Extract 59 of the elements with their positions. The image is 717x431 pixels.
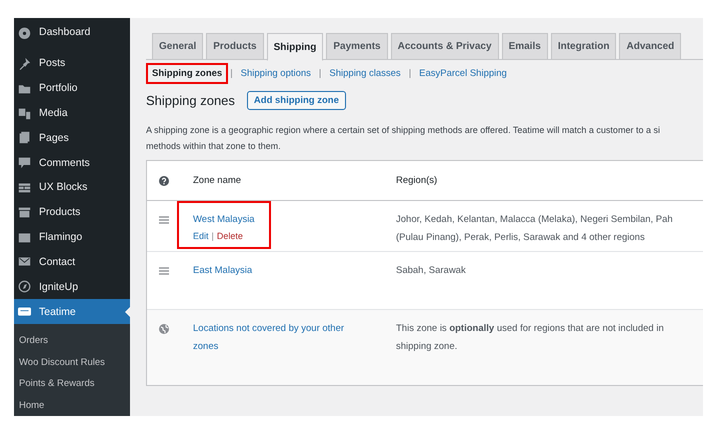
separator: | [318,68,322,78]
column-header: Region(s) [396,175,438,186]
sidebar-item[interactable]: Pages [14,125,130,150]
page-heading: Shipping zones [146,93,235,108]
separator: | [212,231,214,241]
tab[interactable]: Shipping [266,33,324,61]
globe-icon [159,324,169,334]
submenu-item[interactable]: Points & Rewards [14,372,95,394]
tab[interactable]: Emails [502,33,548,60]
row-action-link[interactable]: Edit [193,231,209,241]
tab[interactable]: Payments [326,33,388,60]
column-header: Zone name [192,175,242,186]
tab[interactable]: Advanced [619,33,682,60]
regions-text: Sabah, Sarawak [396,264,466,278]
pages-icon [18,131,31,144]
pin-icon [18,56,31,70]
description-text: A shipping zone is a geographic region where a certain set of shipping methods are offered. Teatime will match a customer to a si methods within that zone to them. [146,124,660,153]
help-icon [159,176,169,186]
compass-icon [18,280,31,294]
tab[interactable]: Integration [550,33,616,60]
zone-name-link[interactable]: Locations not covered by your other zones [193,320,368,356]
row-action-link[interactable]: Delete [216,231,243,241]
card-icon [18,230,31,244]
submenu-item[interactable]: Home [14,394,44,416]
separator: | [408,68,412,78]
tab[interactable]: Accounts & Privacy [390,33,499,60]
regions-text: Johor, Kedah, Kelantan, Malacca (Melaka), Negeri Sembilan, Pah (Pulau Pinang), Perak, Perlis, Sarawak and 4 other regions [396,213,673,245]
sidebar-item[interactable]: Products [14,200,130,225]
sidebar-item[interactable]: Posts [14,50,130,76]
media-icon [18,106,31,120]
blocks-icon [18,180,31,194]
sidebar-item[interactable]: Comments [14,150,130,176]
submenu-item[interactable]: Orders [14,330,48,352]
sidebar-item[interactable]: Dashboard [14,18,130,47]
envelope-icon [18,255,31,268]
subnav-link[interactable]: Shipping options [234,62,317,84]
sidebar-item[interactable]: Contact [14,249,130,274]
drag-handle-icon[interactable] [159,266,169,276]
sidebar-item[interactable]: UX Blocks [14,175,130,200]
subnav-link[interactable]: Shipping classes [323,62,407,84]
separator: | [230,68,233,78]
sidebar-item[interactable]: Portfolio [14,76,130,101]
tab[interactable]: General [152,33,204,60]
sidebar-item[interactable]: Flamingo [14,224,130,250]
subnav-link[interactable]: EasyParcel Shipping [413,62,513,84]
zone-name-link[interactable]: West Malaysia [193,211,255,229]
sidebar-item[interactable]: Teatime [14,299,130,324]
sidebar-item[interactable]: Media [14,100,130,126]
add-zone-button[interactable]: Add shipping zone [246,91,346,110]
sidebar-item[interactable]: IgniteUp [14,274,130,300]
speech-bubble-icon [18,305,31,318]
zone-name-link[interactable]: East Malaysia [193,262,252,280]
tab[interactable]: Products [206,33,264,60]
submenu-item[interactable]: Woo Discount Rules [14,351,105,373]
archive-icon [18,206,31,219]
drag-handle-icon[interactable] [159,215,169,225]
comment-icon [18,156,31,170]
subnav-link[interactable]: Shipping zones [146,62,228,84]
regions-text: This zone is optionally used for regions that are not included in shipping zone. [396,322,664,354]
